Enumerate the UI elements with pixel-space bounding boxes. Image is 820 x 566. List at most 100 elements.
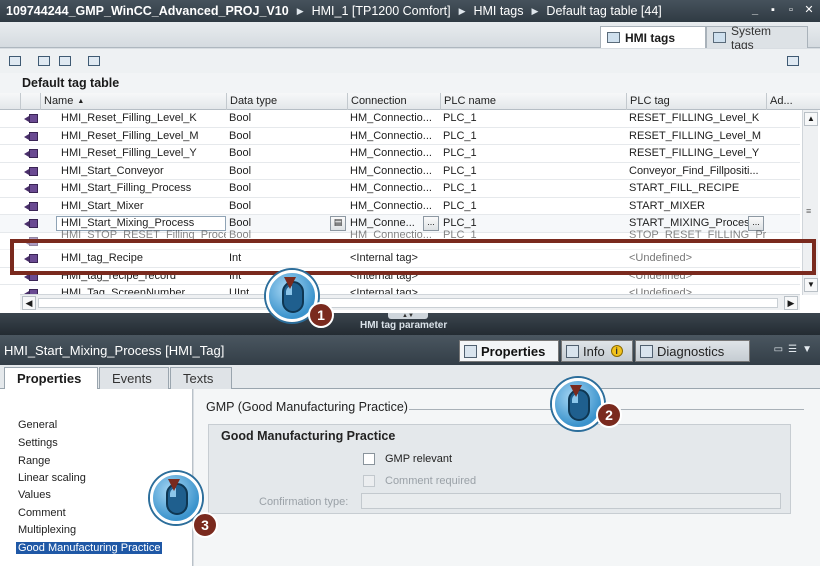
cell-plc-name[interactable]: PLC_1 (440, 110, 626, 127)
table-row[interactable]: HMI_Reset_Filling_Level_M Bool HM_Connec… (0, 128, 800, 145)
cell-connection[interactable]: HM_Connectio... (347, 198, 440, 215)
cell-name[interactable]: HMI_Start_Filling_Process (58, 180, 226, 197)
breadcrumb-hmi-tags[interactable]: HMI tags (473, 4, 523, 18)
export-icon (38, 56, 50, 66)
cell-name[interactable]: HMI_Reset_Filling_Level_M (58, 128, 226, 145)
nav-good-manufacturing-practice[interactable]: Good Manufacturing Practice (16, 542, 163, 554)
subtab-events[interactable]: Events (99, 367, 169, 389)
cell-plc-tag[interactable]: Conveyor_Find_Fillpositi... (626, 163, 766, 180)
cell-plc-tag[interactable]: RESET_FILLING_Level_M (626, 128, 766, 145)
table-row[interactable]: HMI_Start_Mixer Bool HM_Connectio... PLC… (0, 198, 800, 215)
nav-comment[interactable]: Comment (18, 507, 66, 519)
nav-multiplexing[interactable]: Multiplexing (18, 524, 76, 536)
tab-hmi-tags[interactable]: HMI tags (600, 26, 706, 48)
breadcrumb-device[interactable]: HMI_1 [TP1200 Comfort] (312, 4, 451, 18)
scroll-left-icon[interactable]: ◀ (22, 296, 36, 310)
cell-data-type[interactable]: Bool (226, 145, 347, 162)
scroll-up-icon[interactable]: ▲ (804, 112, 818, 126)
breadcrumb-project[interactable]: 109744244_GMP_WinCC_Advanced_PROJ_V10 (6, 4, 289, 18)
tab-properties[interactable]: Properties (459, 340, 559, 362)
header-address[interactable]: Ad... (766, 93, 802, 110)
scroll-down-icon[interactable]: ▼ (804, 278, 818, 292)
cell-data-type[interactable]: Bool (226, 163, 347, 180)
tab-system-tags-label: System tags (731, 23, 772, 52)
cell-name[interactable]: HMI_Reset_Filling_Level_Y (58, 145, 226, 162)
nav-values[interactable]: Values (18, 489, 51, 501)
breadcrumb-separator-icon: ▶ (296, 5, 304, 16)
cell-plc-tag[interactable]: START_FILL_RECIPE (626, 180, 766, 197)
breadcrumb-tag-table[interactable]: Default tag table [44] (546, 4, 661, 18)
cell-name[interactable]: HMI_Start_Mixer (58, 198, 226, 215)
horizontal-scrollbar[interactable]: ◀ ▶ (20, 294, 800, 310)
cell-connection[interactable]: HM_Connectio... (347, 110, 440, 127)
header-connection[interactable]: Connection (347, 93, 440, 110)
cell-data-type[interactable]: Bool (226, 110, 347, 127)
restore-icon[interactable]: ▪ (766, 3, 780, 17)
cell-name[interactable]: HMI_Start_Conveyor (58, 163, 226, 180)
subtab-properties[interactable]: Properties (4, 367, 98, 389)
title-bar: 109744244_GMP_WinCC_Advanced_PROJ_V10 ▶ … (0, 0, 820, 22)
header-data-type[interactable]: Data type (226, 93, 347, 110)
add-tag-button[interactable] (6, 52, 24, 70)
cell-plc-tag[interactable]: RESET_FILLING_Level_Y (626, 145, 766, 162)
horizontal-scroll-thumb[interactable] (38, 298, 778, 308)
cell-plc-tag[interactable]: START_MIXER (626, 198, 766, 215)
import-button[interactable] (56, 52, 74, 70)
cell-name[interactable]: HMI_Reset_Filling_Level_K (58, 110, 226, 127)
scroll-grip-icon[interactable]: ≡ (806, 206, 816, 216)
tag-table-button[interactable] (85, 52, 103, 70)
nav-range[interactable]: Range (18, 455, 50, 467)
close-icon[interactable]: ✕ (802, 3, 816, 17)
gmp-relevant-checkbox[interactable] (363, 453, 375, 465)
step-badge-3: 3 (192, 512, 218, 538)
tab-properties-label: Properties (481, 343, 546, 359)
property-content: GMP (Good Manufacturing Practice) Good M… (194, 389, 820, 566)
header-plc-tag[interactable]: PLC tag (626, 93, 766, 110)
float-window-icon[interactable]: ▭ (774, 344, 783, 355)
table-row[interactable]: HMI_Reset_Filling_Level_Y Bool HM_Connec… (0, 145, 800, 163)
nav-general[interactable]: General (18, 419, 57, 431)
diagnostics-icon (640, 344, 653, 358)
maximize-window-icon[interactable]: ☰ (788, 344, 797, 355)
header-name[interactable]: Name ▲ (40, 93, 226, 110)
splitter-bar[interactable]: ▲▼ HMI tag parameter (0, 313, 820, 335)
step-badge-1: 1 (308, 302, 334, 328)
tab-diagnostics[interactable]: Diagnostics (635, 340, 750, 362)
table-row[interactable]: HMI_Reset_Filling_Level_K Bool HM_Connec… (0, 110, 800, 128)
cell-plc-name[interactable]: PLC_1 (440, 128, 626, 145)
view-options-button[interactable] (784, 52, 802, 70)
cell-data-type[interactable]: Bool (226, 198, 347, 215)
tab-info[interactable]: Info i (561, 340, 633, 362)
scroll-right-icon[interactable]: ▶ (784, 296, 798, 310)
cell-connection[interactable]: HM_Connectio... (347, 145, 440, 162)
float-icon[interactable]: ▫ (784, 3, 798, 17)
cell-connection[interactable]: HM_Connectio... (347, 180, 440, 197)
hmi-tag-icon (24, 184, 38, 193)
tab-system-tags[interactable]: System tags (706, 24, 808, 52)
breadcrumb-hmi-tags-label: HMI tags (473, 4, 524, 18)
table-row[interactable]: HMI_Start_Conveyor Bool HM_Connectio... … (0, 163, 800, 180)
cell-connection[interactable]: HM_Connectio... (347, 128, 440, 145)
cell-connection[interactable]: HM_Connectio... (347, 163, 440, 180)
cell-plc-name[interactable]: PLC_1 (440, 163, 626, 180)
properties-icon (464, 344, 477, 358)
cell-data-type[interactable]: Bool (226, 180, 347, 197)
cell-plc-name[interactable]: PLC_1 (440, 145, 626, 162)
minimize-icon[interactable]: _ (748, 3, 762, 17)
comment-required-checkbox[interactable] (363, 475, 375, 487)
subtab-texts[interactable]: Texts (170, 367, 232, 389)
splitter-grip-icon[interactable]: ▲▼ (388, 313, 428, 319)
collapse-window-icon[interactable]: ▼ (802, 344, 812, 355)
nav-settings[interactable]: Settings (18, 437, 58, 449)
inspector-title: HMI_Start_Mixing_Process [HMI_Tag] (4, 343, 225, 358)
cell-data-type[interactable]: Bool (226, 128, 347, 145)
confirmation-type-field[interactable] (361, 493, 781, 509)
export-button[interactable] (35, 52, 53, 70)
cell-plc-name[interactable]: PLC_1 (440, 180, 626, 197)
table-row[interactable]: HMI_Start_Filling_Process Bool HM_Connec… (0, 180, 800, 198)
nav-linear-scaling[interactable]: Linear scaling (18, 472, 86, 484)
hmi-tag-icon (24, 219, 38, 228)
cell-plc-tag[interactable]: RESET_FILLING_Level_K (626, 110, 766, 127)
cell-plc-name[interactable]: PLC_1 (440, 198, 626, 215)
header-plc-name[interactable]: PLC name (440, 93, 626, 110)
